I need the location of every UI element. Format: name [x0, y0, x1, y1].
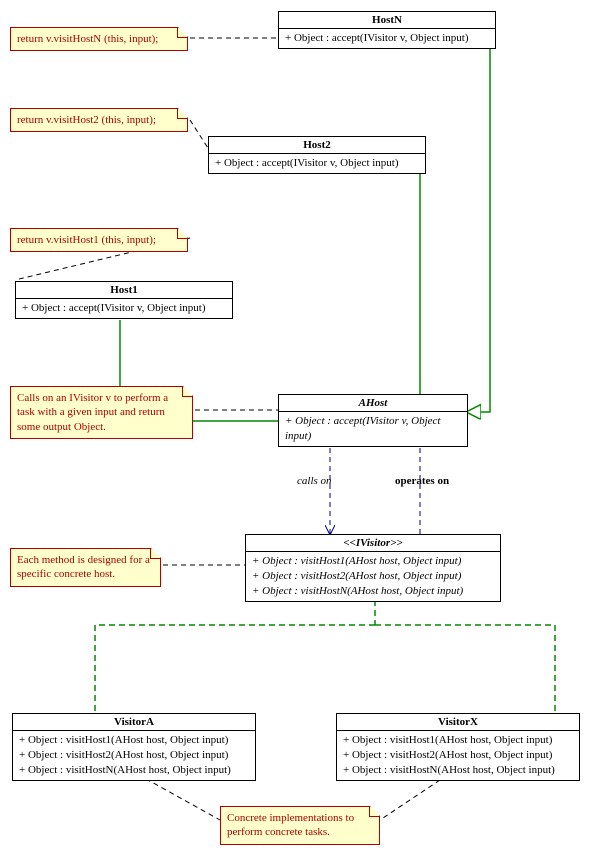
class-title: <<IVisitor>> [246, 535, 500, 552]
note-host2: return v.visitHost2 (this, input); [10, 108, 188, 132]
class-body: + Object : visitHost1(AHost host, Object… [246, 552, 500, 601]
method: + Object : visitHostN(AHost host, Object… [343, 763, 573, 778]
class-title: AHost [279, 395, 467, 412]
note-host1: return v.visitHost1 (this, input); [10, 228, 188, 252]
note-ivisitor: Each method is designed for a specific c… [10, 548, 161, 587]
class-visitorA: VisitorA + Object : visitHost1(AHost hos… [12, 713, 256, 781]
note-hostN: return v.visitHostN (this, input); [10, 27, 188, 51]
class-title: Host1 [16, 282, 232, 299]
note-visitors: Concrete implementations to perform conc… [220, 806, 380, 845]
class-ivisitor: <<IVisitor>> + Object : visitHost1(AHost… [245, 534, 501, 602]
method: + Object : visitHost1(AHost host, Object… [343, 733, 573, 748]
class-body: + Object : accept(IVisitor v, Object inp… [279, 29, 495, 48]
class-body: + Object : accept(IVisitor v, Object inp… [209, 154, 425, 173]
method: + Object : accept(IVisitor v, Object inp… [285, 414, 461, 444]
note-ahost: Calls on an IVisitor v to perform a task… [10, 386, 193, 439]
class-title: VisitorA [13, 714, 255, 731]
class-title: HostN [279, 12, 495, 29]
class-host1: Host1 + Object : accept(IVisitor v, Obje… [15, 281, 233, 319]
method: + Object : accept(IVisitor v, Object inp… [285, 31, 489, 46]
label-calls-on: calls on [297, 475, 332, 487]
method: + Object : visitHost1(AHost host, Object… [252, 554, 494, 569]
class-ahost: AHost + Object : accept(IVisitor v, Obje… [278, 394, 468, 447]
label-operates-on: operates on [395, 475, 449, 487]
class-title: VisitorX [337, 714, 579, 731]
method: + Object : accept(IVisitor v, Object inp… [22, 301, 226, 316]
class-body: + Object : accept(IVisitor v, Object inp… [279, 412, 467, 446]
method: + Object : visitHostN(AHost host, Object… [252, 584, 494, 599]
class-host2: Host2 + Object : accept(IVisitor v, Obje… [208, 136, 426, 174]
class-body: + Object : accept(IVisitor v, Object inp… [16, 299, 232, 318]
method: + Object : visitHost2(AHost host, Object… [252, 569, 494, 584]
method: + Object : visitHost2(AHost host, Object… [343, 748, 573, 763]
class-hostN: HostN + Object : accept(IVisitor v, Obje… [278, 11, 496, 49]
method: + Object : visitHost2(AHost host, Object… [19, 748, 249, 763]
method: + Object : visitHostN(AHost host, Object… [19, 763, 249, 778]
class-body: + Object : visitHost1(AHost host, Object… [13, 731, 255, 780]
class-visitorX: VisitorX + Object : visitHost1(AHost hos… [336, 713, 580, 781]
method: + Object : accept(IVisitor v, Object inp… [215, 156, 419, 171]
class-body: + Object : visitHost1(AHost host, Object… [337, 731, 579, 780]
method: + Object : visitHost1(AHost host, Object… [19, 733, 249, 748]
class-title: Host2 [209, 137, 425, 154]
